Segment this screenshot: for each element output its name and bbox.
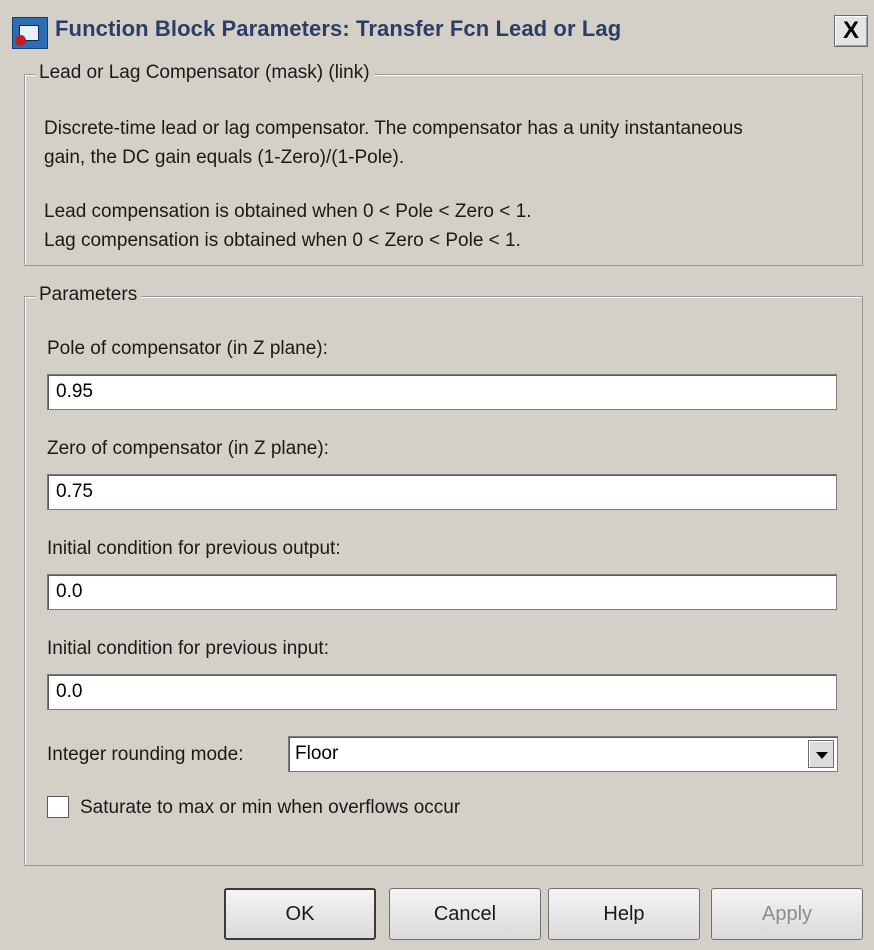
ic-output-input[interactable] [47, 574, 837, 610]
ic-input-input[interactable] [47, 674, 837, 710]
rounding-mode-label: Integer rounding mode: [47, 744, 244, 765]
description-line-1: Discrete-time lead or lag compensator. T… [44, 118, 743, 139]
apply-button[interactable]: Apply [711, 888, 863, 940]
description-line-4: Lag compensation is obtained when 0 < Ze… [44, 230, 521, 251]
ic-input-label: Initial condition for previous input: [47, 638, 329, 659]
saturate-label: Saturate to max or min when overflows oc… [80, 797, 461, 818]
title-bar: Function Block Parameters: Transfer Fcn … [0, 0, 874, 64]
close-button[interactable]: X [834, 15, 868, 47]
parameters-legend: Parameters [35, 284, 142, 306]
zero-label: Zero of compensator (in Z plane): [47, 438, 329, 459]
rounding-mode-select[interactable]: Floor [288, 736, 838, 772]
mask-group-legend: Lead or Lag Compensator (mask) (link) [35, 62, 374, 84]
rounding-mode-value: Floor [295, 743, 339, 764]
cancel-button[interactable]: Cancel [389, 888, 541, 940]
ok-button[interactable]: OK [224, 888, 376, 940]
description-line-3: Lead compensation is obtained when 0 < P… [44, 201, 532, 222]
pole-label: Pole of compensator (in Z plane): [47, 338, 328, 359]
description-line-2: gain, the DC gain equals (1-Zero)/(1-Pol… [44, 147, 405, 168]
saturate-checkbox[interactable] [47, 796, 69, 818]
simulink-app-icon [12, 17, 48, 49]
zero-input[interactable] [47, 474, 837, 510]
pole-input[interactable] [47, 374, 837, 410]
chevron-down-icon[interactable] [808, 740, 834, 768]
help-button[interactable]: Help [548, 888, 700, 940]
ic-output-label: Initial condition for previous output: [47, 538, 341, 559]
window-title: Function Block Parameters: Transfer Fcn … [55, 16, 622, 41]
